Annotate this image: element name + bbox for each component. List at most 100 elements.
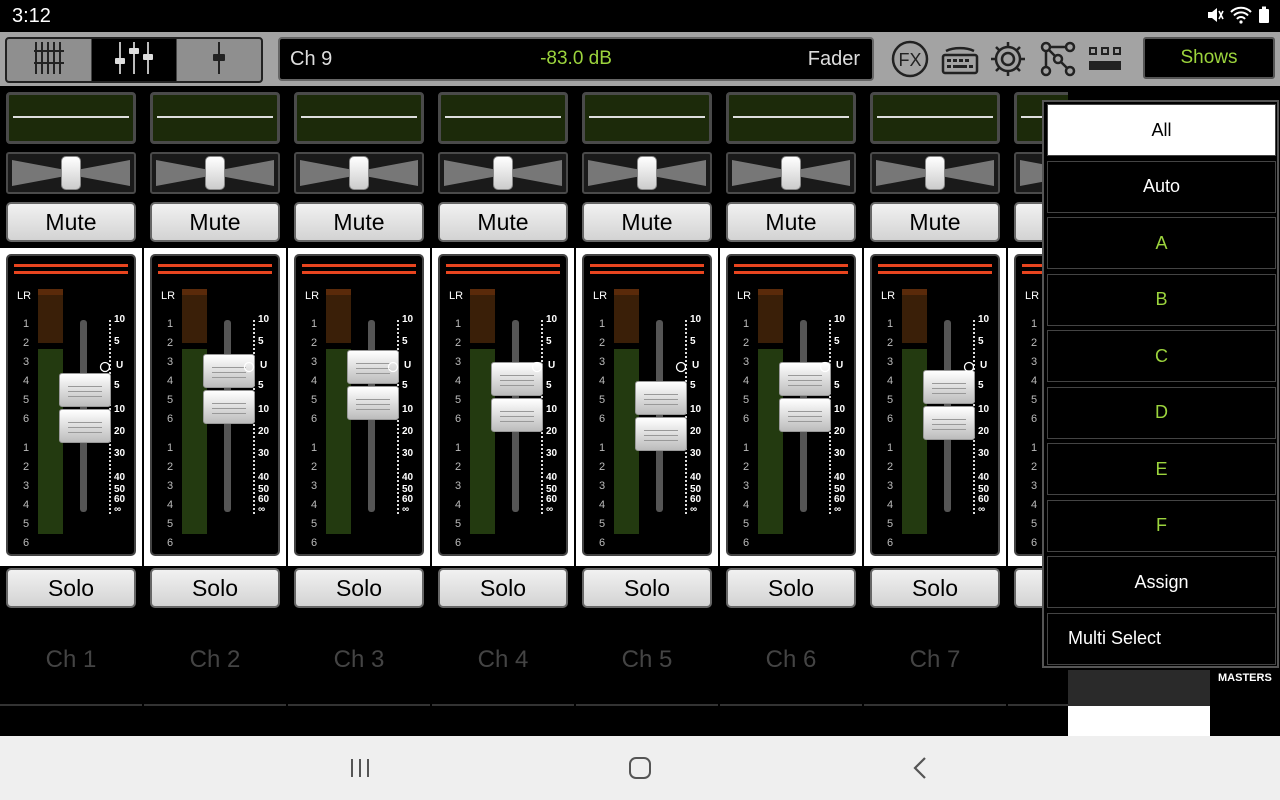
pan-knob[interactable] <box>637 156 657 190</box>
fader-scale-number: 30 <box>546 448 558 459</box>
eq-display[interactable] <box>582 92 712 144</box>
dropdown-item[interactable]: A <box>1047 217 1276 269</box>
settings-button[interactable] <box>988 39 1028 79</box>
eq-display[interactable] <box>6 92 136 144</box>
meter-scale-number: 3 <box>167 356 174 368</box>
eq-display[interactable] <box>294 92 424 144</box>
pan-knob[interactable] <box>493 156 513 190</box>
meter-scale-number: 2 <box>311 461 318 473</box>
view-mixer-overview-button[interactable] <box>7 39 92 81</box>
view-single-fader-button[interactable] <box>177 39 261 81</box>
lr-label: LR <box>881 290 896 302</box>
pan-control[interactable] <box>726 152 856 194</box>
mute-icon <box>1206 6 1224 29</box>
fader-scale-number: U <box>836 360 844 371</box>
pan-control[interactable] <box>438 152 568 194</box>
dropdown-item[interactable]: F <box>1047 499 1276 552</box>
channel-name[interactable]: Ch 7 <box>864 646 1006 674</box>
nav-bar <box>0 736 1280 800</box>
view-multi-fader-button[interactable] <box>92 39 177 81</box>
solo-button[interactable]: Solo <box>6 568 136 608</box>
home-button[interactable] <box>620 752 660 784</box>
dropdown-item[interactable]: D <box>1047 386 1276 439</box>
meter-scale-number: 6 <box>743 413 750 425</box>
meter-scale-number: 3 <box>167 480 174 492</box>
fader-scale-number: 5 <box>690 336 696 347</box>
pan-control[interactable] <box>870 152 1000 194</box>
fx-button[interactable]: FX <box>890 39 930 79</box>
dropdown-item[interactable]: Assign <box>1047 556 1276 608</box>
pan-control[interactable] <box>582 152 712 194</box>
eq-display[interactable] <box>870 92 1000 144</box>
eq-curve <box>157 116 273 118</box>
channel-name[interactable]: Ch 3 <box>288 646 430 674</box>
mute-button[interactable]: Mute <box>294 202 424 242</box>
pan-knob[interactable] <box>349 156 369 190</box>
mute-button[interactable]: Mute <box>150 202 280 242</box>
group-dropdown: All Auto A B C D E F Assign Multi Select <box>1042 100 1279 668</box>
fader-scale-number: 5 <box>114 380 120 391</box>
mute-button[interactable]: Mute <box>870 202 1000 242</box>
pan-knob[interactable] <box>781 156 801 190</box>
dropdown-item[interactable]: Multi Select <box>1047 612 1276 665</box>
dropdown-item[interactable]: B <box>1047 273 1276 326</box>
solo-button[interactable]: Solo <box>294 568 424 608</box>
solo-button[interactable]: Solo <box>150 568 280 608</box>
fader-scale-number: 10 <box>690 314 702 325</box>
routing-button[interactable] <box>1038 39 1078 79</box>
pan-control[interactable] <box>6 152 136 194</box>
channel-display[interactable]: Ch 9 -83.0 dB Fader <box>278 37 874 81</box>
keyboard-button[interactable] <box>940 39 980 79</box>
peak-indicator <box>446 264 560 274</box>
solo-button[interactable]: Solo <box>870 568 1000 608</box>
dropdown-item[interactable]: E <box>1047 443 1276 495</box>
eq-display[interactable] <box>438 92 568 144</box>
meter-scale-number: 6 <box>167 537 174 549</box>
pan-knob[interactable] <box>205 156 225 190</box>
meter-scale-number: 2 <box>599 461 606 473</box>
meter-clip <box>758 289 783 295</box>
solo-button[interactable]: Solo <box>438 568 568 608</box>
channel-name[interactable]: Ch 6 <box>720 646 862 674</box>
pan-control[interactable] <box>294 152 424 194</box>
fader-scale-number: 20 <box>114 426 126 437</box>
back-button[interactable] <box>900 752 940 784</box>
meter-scale-number: 1 <box>167 442 174 454</box>
meter-scale-number: 2 <box>311 337 318 349</box>
pan-knob[interactable] <box>925 156 945 190</box>
shows-button[interactable]: Shows <box>1143 37 1275 79</box>
dropdown-item[interactable]: C <box>1047 330 1276 382</box>
channel-name[interactable]: Ch 5 <box>576 646 718 674</box>
eq-display[interactable] <box>150 92 280 144</box>
meter-scale-number: 4 <box>1031 499 1038 511</box>
dropdown-item[interactable]: All <box>1047 104 1276 156</box>
mute-button[interactable]: Mute <box>438 202 568 242</box>
dropdown-item[interactable]: Auto <box>1047 160 1276 213</box>
fader-scale-number: 20 <box>834 426 846 437</box>
meter-scale-number: 6 <box>1031 537 1038 549</box>
channel-name[interactable]: Ch 4 <box>432 646 574 674</box>
solo-button[interactable]: Solo <box>726 568 856 608</box>
pan-knob[interactable] <box>61 156 81 190</box>
fader-handle[interactable] <box>923 370 975 442</box>
recents-button[interactable] <box>340 752 380 784</box>
strip-divider <box>288 704 430 706</box>
mute-button[interactable]: Mute <box>582 202 712 242</box>
pan-control[interactable] <box>150 152 280 194</box>
channel-name[interactable]: Ch 2 <box>144 646 286 674</box>
meter-top <box>470 289 495 343</box>
fader-scale-number: 5 <box>402 336 408 347</box>
fader-handle[interactable] <box>59 373 111 445</box>
io-button[interactable] <box>1086 39 1126 79</box>
mute-button[interactable]: Mute <box>726 202 856 242</box>
channel-name[interactable]: Ch 1 <box>0 646 142 674</box>
fader-scale-number: U <box>548 360 556 371</box>
strip-divider <box>864 704 1006 706</box>
solo-button[interactable]: Solo <box>582 568 712 608</box>
strip-divider <box>576 704 718 706</box>
eq-display[interactable] <box>726 92 856 144</box>
fader-handle[interactable] <box>635 381 687 453</box>
mute-button[interactable]: Mute <box>6 202 136 242</box>
fader-scale-number: 10 <box>978 314 990 325</box>
fader-scale-number: 10 <box>402 404 414 415</box>
